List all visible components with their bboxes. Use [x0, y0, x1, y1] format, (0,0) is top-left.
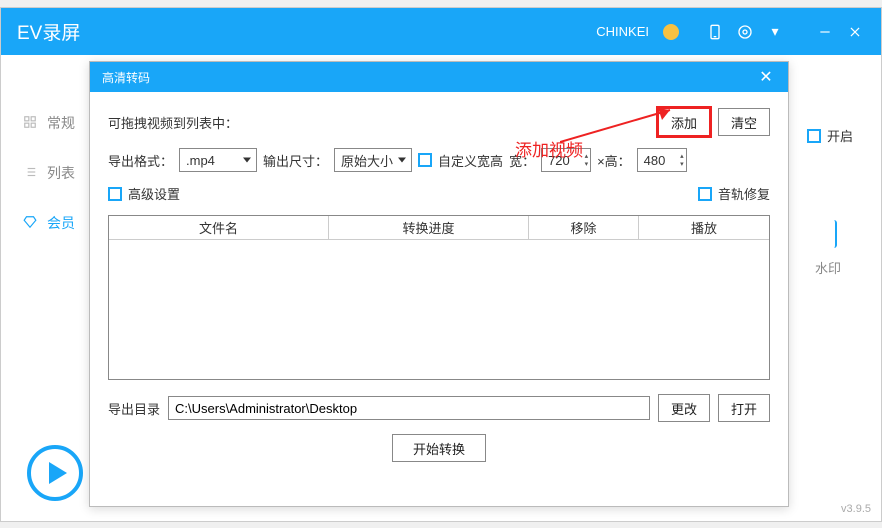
- size-select[interactable]: 原始大小: [334, 148, 412, 172]
- titlebar-right: CHINKEI ▾: [596, 22, 865, 42]
- version-label: v3.9.5: [841, 503, 871, 515]
- drag-hint-label: 可拖拽视频到列表中：: [108, 113, 238, 132]
- sidebar-item-list[interactable]: 列表: [1, 148, 91, 198]
- grid-icon: [23, 115, 39, 131]
- diamond-icon: [23, 215, 39, 231]
- sidebar-item-member[interactable]: 会员: [1, 198, 91, 248]
- dialog-title: 高清转码: [102, 69, 150, 86]
- export-format-label: 导出格式：: [108, 151, 173, 170]
- row-start: 开始转换: [108, 434, 770, 462]
- settings-icon[interactable]: [735, 22, 755, 42]
- change-dir-button[interactable]: 更改: [658, 394, 710, 422]
- play-button[interactable]: [27, 445, 83, 501]
- sidebar-item-label: 常规: [47, 113, 75, 133]
- sidebar-item-label: 会员: [47, 213, 75, 233]
- close-icon[interactable]: [845, 22, 865, 42]
- audio-repair-label: 音轨修复: [718, 184, 770, 203]
- custom-wh-label: 自定义宽高: [438, 151, 503, 170]
- watermark-hint: 水印: [815, 258, 841, 277]
- app-title: EV录屏: [17, 18, 596, 45]
- open-dir-button[interactable]: 打开: [718, 394, 770, 422]
- audio-repair-check[interactable]: 音轨修复: [698, 184, 770, 203]
- watermark-icon: [809, 220, 837, 248]
- row-advanced: 高级设置 音轨修复: [108, 184, 770, 203]
- custom-wh-check[interactable]: 自定义宽高: [418, 151, 503, 170]
- menu-dropdown-icon[interactable]: ▾: [765, 22, 785, 42]
- custom-wh-checkbox[interactable]: [418, 153, 432, 167]
- col-progress: 转换进度: [329, 216, 529, 239]
- col-remove: 移除: [529, 216, 639, 239]
- enable-toggle-row: 开启: [807, 126, 853, 145]
- out-dir-input[interactable]: [168, 396, 650, 420]
- phone-icon[interactable]: [705, 22, 725, 42]
- col-play: 播放: [639, 216, 769, 239]
- start-convert-button[interactable]: 开始转换: [392, 434, 486, 462]
- enable-checkbox[interactable]: [807, 129, 821, 143]
- advanced-label: 高级设置: [128, 184, 180, 203]
- col-filename: 文件名: [109, 216, 329, 239]
- sidebar-item-general[interactable]: 常规: [1, 98, 91, 148]
- row-output-dir: 导出目录 更改 打开: [108, 394, 770, 422]
- clear-button[interactable]: 清空: [718, 108, 770, 136]
- dialog-close-icon[interactable]: ✕: [756, 67, 776, 87]
- titlebar: EV录屏 CHINKEI ▾: [1, 8, 881, 55]
- table-header: 文件名 转换进度 移除 播放: [109, 216, 769, 240]
- advanced-checkbox[interactable]: [108, 187, 122, 201]
- annotation-arrow-icon: [560, 100, 690, 155]
- out-dir-label: 导出目录: [108, 399, 160, 418]
- user-name[interactable]: CHINKEI: [596, 24, 649, 39]
- audio-repair-checkbox[interactable]: [698, 187, 712, 201]
- enable-label: 开启: [827, 126, 853, 145]
- file-table: 文件名 转换进度 移除 播放: [108, 215, 770, 380]
- advanced-check[interactable]: 高级设置: [108, 184, 180, 203]
- coin-icon: [663, 24, 679, 40]
- list-icon: [23, 165, 39, 181]
- output-size-label: 输出尺寸：: [263, 151, 328, 170]
- sidebar-item-label: 列表: [47, 163, 75, 183]
- dialog-titlebar: 高清转码 ✕: [90, 62, 788, 92]
- minimize-icon[interactable]: [815, 22, 835, 42]
- format-select[interactable]: .mp4: [179, 148, 257, 172]
